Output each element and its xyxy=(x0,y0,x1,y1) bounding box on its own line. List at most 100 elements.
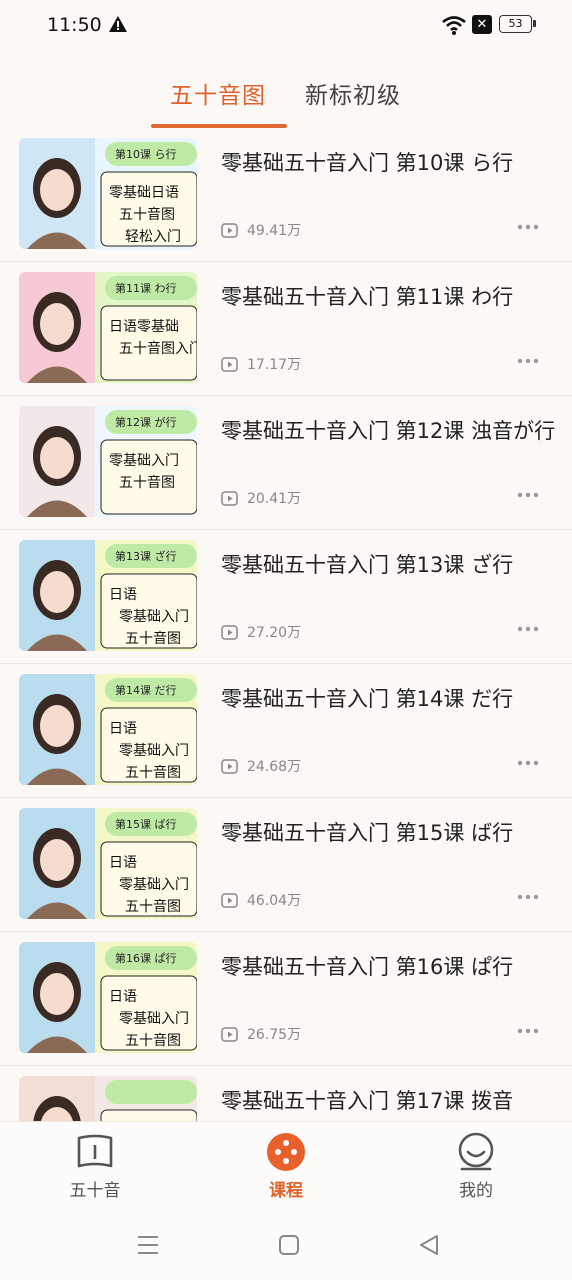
view-count: 27.20万 xyxy=(221,622,301,642)
nav-label-me: 我的 xyxy=(459,1181,493,1201)
view-count: 26.75万 xyxy=(221,1024,301,1044)
thumbnail-line-3: 五十音图 xyxy=(125,1033,181,1049)
thumbnail-lesson-tag: 第10课 ら行 xyxy=(115,148,177,161)
more-icon[interactable] xyxy=(517,1028,539,1034)
video-thumbnail[interactable]: 第12课 が行 零基础入门 五十音图 xyxy=(19,406,197,517)
lesson-title[interactable]: 零基础五十音入门 第12课 浊音が行 xyxy=(221,416,556,446)
video-thumbnail[interactable]: 第10课 ら行 零基础日语 五十音图 轻松入门 xyxy=(19,138,197,249)
lesson-title[interactable]: 零基础五十音入门 第14课 だ行 xyxy=(221,684,556,714)
view-count-text: 27.20万 xyxy=(247,625,302,641)
play-count-icon xyxy=(221,490,238,506)
view-count-text: 17.17万 xyxy=(247,357,302,373)
home-icon[interactable] xyxy=(279,1235,299,1255)
more-icon[interactable] xyxy=(517,626,539,632)
view-count: 49.41万 xyxy=(221,220,301,240)
tab-bar: 五十音图 新标初级 xyxy=(0,62,572,128)
teacher-photo xyxy=(19,138,95,249)
lesson-list[interactable]: 第10课 ら行 零基础日语 五十音图 轻松入门 零基础五十音入门 第10课 ら行… xyxy=(0,128,572,1121)
thumbnail-lesson-tag: 第15课 ば行 xyxy=(115,818,177,831)
thumbnail-line-1: 日语 xyxy=(109,989,137,1005)
status-bar: 11:50 ✕ 53 xyxy=(0,0,572,52)
thumbnail-lesson-tag: 第12课 が行 xyxy=(115,416,177,429)
list-item[interactable]: 第16课 ぱ行 日语 零基础入门 五十音图 零基础五十音入门 第16课 ぱ行 2… xyxy=(0,932,572,1066)
view-count-text: 49.41万 xyxy=(247,223,302,239)
nav-item-me[interactable]: 我的 xyxy=(426,1132,526,1201)
more-icon[interactable] xyxy=(517,760,539,766)
view-count-text: 24.68万 xyxy=(247,759,302,775)
battery-level: 53 xyxy=(508,17,523,30)
thumbnail-line-3: 五十音图 xyxy=(125,899,181,915)
thumbnail-line-2: 零基础入门 xyxy=(119,1011,189,1027)
play-count-icon xyxy=(221,892,238,908)
thumbnail-lesson-tag: 第14课 だ行 xyxy=(115,684,177,697)
list-item[interactable]: 第13课 ざ行 日语 零基础入门 五十音图 零基础五十音入门 第13课 ざ行 2… xyxy=(0,530,572,664)
lesson-title[interactable]: 零基础五十音入门 第10课 ら行 xyxy=(221,148,556,178)
lesson-title[interactable]: 零基础五十音入门 第15课 ば行 xyxy=(221,818,556,848)
video-thumbnail[interactable]: 第16课 ぱ行 日语 零基础入门 五十音图 xyxy=(19,942,197,1053)
system-nav-bar xyxy=(0,1211,572,1280)
thumbnail-line-1: 日语零基础 xyxy=(109,319,179,335)
nav-label-gojuon: 五十音 xyxy=(69,1181,121,1201)
view-count: 46.04万 xyxy=(221,890,301,910)
smile-icon xyxy=(458,1132,494,1171)
battery-icon: 53 xyxy=(499,15,536,33)
video-thumbnail[interactable]: 第11课 わ行 日语零基础 五十音图入门 xyxy=(19,272,197,383)
lesson-title[interactable]: 零基础五十音入门 第16课 ぱ行 xyxy=(221,952,556,982)
teacher-photo xyxy=(19,674,95,785)
play-count-icon xyxy=(221,222,238,238)
list-item[interactable]: 第15课 ば行 日语 零基础入门 五十音图 零基础五十音入门 第15课 ば行 4… xyxy=(0,798,572,932)
video-thumbnail[interactable]: 第15课 ば行 日语 零基础入门 五十音图 xyxy=(19,808,197,919)
view-count: 20.41万 xyxy=(221,488,301,508)
play-count-icon xyxy=(221,356,238,372)
wifi-icon xyxy=(442,16,466,35)
list-item[interactable]: 第14课 だ行 日语 零基础入门 五十音图 零基础五十音入门 第14课 だ行 2… xyxy=(0,664,572,798)
teacher-photo xyxy=(19,406,95,517)
thumbnail-lesson-tag: 第11课 わ行 xyxy=(115,282,177,295)
thumbnail-line-1: 零基础入门 xyxy=(109,453,179,469)
nav-item-courses[interactable]: 课程 xyxy=(236,1132,336,1201)
bottom-nav: 五十音 课程 我的 xyxy=(0,1121,572,1212)
thumbnail-lesson-tag: 第16课 ぱ行 xyxy=(115,952,177,965)
thumbnail-line-2: 五十音图 xyxy=(119,475,175,491)
thumbnail-line-1: 日语 xyxy=(109,587,137,603)
thumbnail-line-3: 五十音图 xyxy=(125,631,181,647)
more-icon[interactable] xyxy=(517,224,539,230)
nav-label-courses: 课程 xyxy=(269,1181,303,1201)
video-thumbnail[interactable]: 第13课 ざ行 日语 零基础入门 五十音图 xyxy=(19,540,197,651)
list-item[interactable]: 第11课 わ行 日语零基础 五十音图入门 零基础五十音入门 第11课 わ行 17… xyxy=(0,262,572,396)
teacher-photo xyxy=(19,540,95,651)
play-count-icon xyxy=(221,624,238,640)
video-thumbnail[interactable]: 第14课 だ行 日语 零基础入门 五十音图 xyxy=(19,674,197,785)
list-item[interactable]: 第10课 ら行 零基础日语 五十音图 轻松入门 零基础五十音入门 第10课 ら行… xyxy=(0,128,572,262)
course-icon xyxy=(267,1133,305,1171)
teacher-photo xyxy=(19,1076,95,1121)
view-count: 17.17万 xyxy=(221,354,301,374)
thumbnail-line-1: 零基础日语 xyxy=(109,185,179,201)
more-icon[interactable] xyxy=(517,492,539,498)
thumbnail-line-2: 五十音图入门 xyxy=(119,341,197,357)
view-count-text: 20.41万 xyxy=(247,491,302,507)
thumbnail-line-2: 零基础入门 xyxy=(119,609,189,625)
more-icon[interactable] xyxy=(517,894,539,900)
nav-item-gojuon[interactable]: 五十音 xyxy=(45,1132,145,1201)
play-count-icon xyxy=(221,758,238,774)
menu-icon[interactable] xyxy=(137,1235,159,1255)
thumbnail-line-3: 轻松入门 xyxy=(125,229,181,245)
list-item[interactable]: 第12课 が行 零基础入门 五十音图 零基础五十音入门 第12课 浊音が行 20… xyxy=(0,396,572,530)
list-item[interactable]: 零基础五十音入门 第17课 拨音 xyxy=(0,1066,572,1121)
back-icon[interactable] xyxy=(419,1235,439,1255)
video-thumbnail[interactable] xyxy=(19,1076,197,1121)
lesson-title[interactable]: 零基础五十音入门 第13课 ざ行 xyxy=(221,550,556,580)
more-icon[interactable] xyxy=(517,358,539,364)
tab-gojuon-chart[interactable]: 五十音图 xyxy=(170,76,266,110)
thumbnail-lesson-tag: 第13课 ざ行 xyxy=(115,550,177,563)
tab-new-standard-beginner[interactable]: 新标初级 xyxy=(305,76,401,110)
thumbnail-line-1: 日语 xyxy=(109,721,137,737)
play-count-icon xyxy=(221,1026,238,1042)
thumbnail-line-2: 零基础入门 xyxy=(119,877,189,893)
view-count-text: 46.04万 xyxy=(247,893,302,909)
book-icon xyxy=(77,1134,113,1168)
lesson-title[interactable]: 零基础五十音入门 第17课 拨音 xyxy=(221,1086,556,1116)
lesson-title[interactable]: 零基础五十音入门 第11课 わ行 xyxy=(221,282,556,312)
thumbnail-line-2: 零基础入门 xyxy=(119,743,189,759)
